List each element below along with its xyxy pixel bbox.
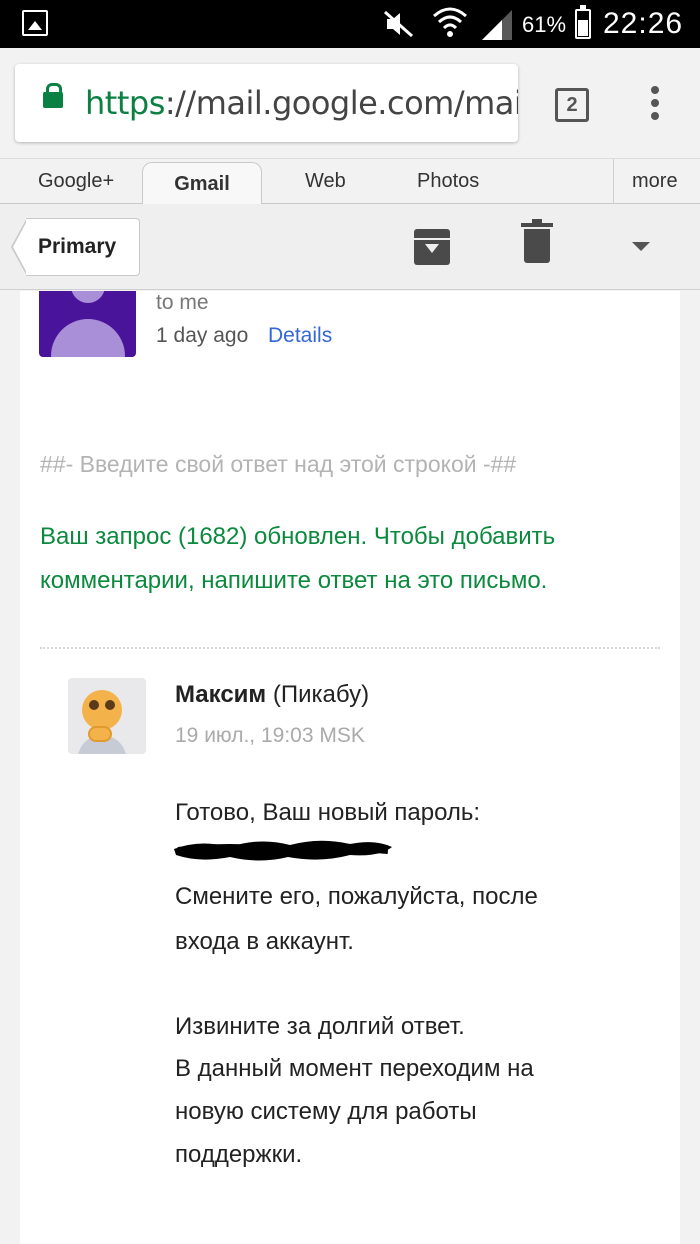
notice-line-1: Ваш запрос (1682) обновлен. Чтобы добави… xyxy=(40,523,556,550)
tab-web[interactable]: Web xyxy=(305,159,346,205)
tab-more[interactable]: more xyxy=(632,159,678,205)
reply-marker: ##- Введите свой ответ над этой строкой … xyxy=(40,451,517,477)
reply-line-7: поддержки. xyxy=(175,1141,303,1168)
reply-line-1: Готово, Ваш новый пароль: xyxy=(175,799,481,826)
reply-line-6: новую систему для работы xyxy=(175,1098,477,1125)
battery-icon xyxy=(575,5,591,39)
clock: 22:26 xyxy=(603,7,684,40)
gallery-notification-icon xyxy=(22,10,48,36)
lock-icon xyxy=(43,83,63,108)
tab-google-plus[interactable]: Google+ xyxy=(38,159,114,205)
recipient-label: to me xyxy=(156,291,209,314)
reply-line-3: входа в аккаунт. xyxy=(175,928,354,955)
reply-date: 19 июл., 19:03 MSK xyxy=(175,724,365,747)
back-to-primary-button[interactable]: Primary xyxy=(26,218,140,276)
wifi-icon xyxy=(433,7,467,37)
details-link[interactable]: Details xyxy=(268,324,332,348)
address-bar[interactable]: https://mail.google.com/mail/m xyxy=(15,64,518,142)
reply-author: Максим (Пикабу) xyxy=(175,681,369,709)
battery-percentage: 61% xyxy=(522,12,567,37)
message-card: to me 1 day ago Details ##- Введите свой… xyxy=(20,291,680,1244)
mute-icon xyxy=(384,10,413,38)
author-org: (Пикабу) xyxy=(272,681,370,708)
redacted-password-scribble xyxy=(174,840,392,861)
dotted-divider xyxy=(40,647,660,649)
tab-switcher-button[interactable]: 2 xyxy=(555,88,589,122)
url-text[interactable]: https://mail.google.com/mail/m xyxy=(85,84,518,122)
url-path: ://mail.google.com/mail/m xyxy=(164,84,518,122)
browser-toolbar: https://mail.google.com/mail/m 2 xyxy=(0,48,700,158)
reply-line-4: Извините за долгий ответ. xyxy=(175,1013,465,1040)
author-name: Максим xyxy=(175,681,267,708)
sender-avatar xyxy=(39,291,136,357)
archive-icon[interactable] xyxy=(414,229,450,265)
tab-divider xyxy=(613,159,614,205)
back-arrow-fill xyxy=(13,219,28,275)
overflow-menu-icon[interactable] xyxy=(648,86,662,126)
signal-icon xyxy=(482,10,512,40)
tab-gmail[interactable]: Gmail xyxy=(142,162,262,206)
action-bar: Primary xyxy=(0,204,700,290)
author-avatar xyxy=(68,678,146,754)
reply-line-2: Смените его, пожалуйста, после xyxy=(175,883,538,910)
url-scheme: https xyxy=(85,84,165,122)
tab-photos[interactable]: Photos xyxy=(417,159,479,205)
update-notice: Ваш запрос (1682) обновлен. Чтобы добави… xyxy=(40,515,660,603)
google-nav-tabs: Google+ Gmail Web Photos more xyxy=(0,158,700,206)
reply-line-5: В данный момент переходим на xyxy=(175,1055,534,1082)
message-date: 1 day ago xyxy=(156,324,249,347)
status-bar: 61% 22:26 xyxy=(0,0,700,48)
notice-line-2: комментарии, напишите ответ на это письм… xyxy=(40,567,548,594)
more-actions-dropdown-icon[interactable] xyxy=(632,242,650,251)
delete-icon[interactable] xyxy=(521,219,553,263)
